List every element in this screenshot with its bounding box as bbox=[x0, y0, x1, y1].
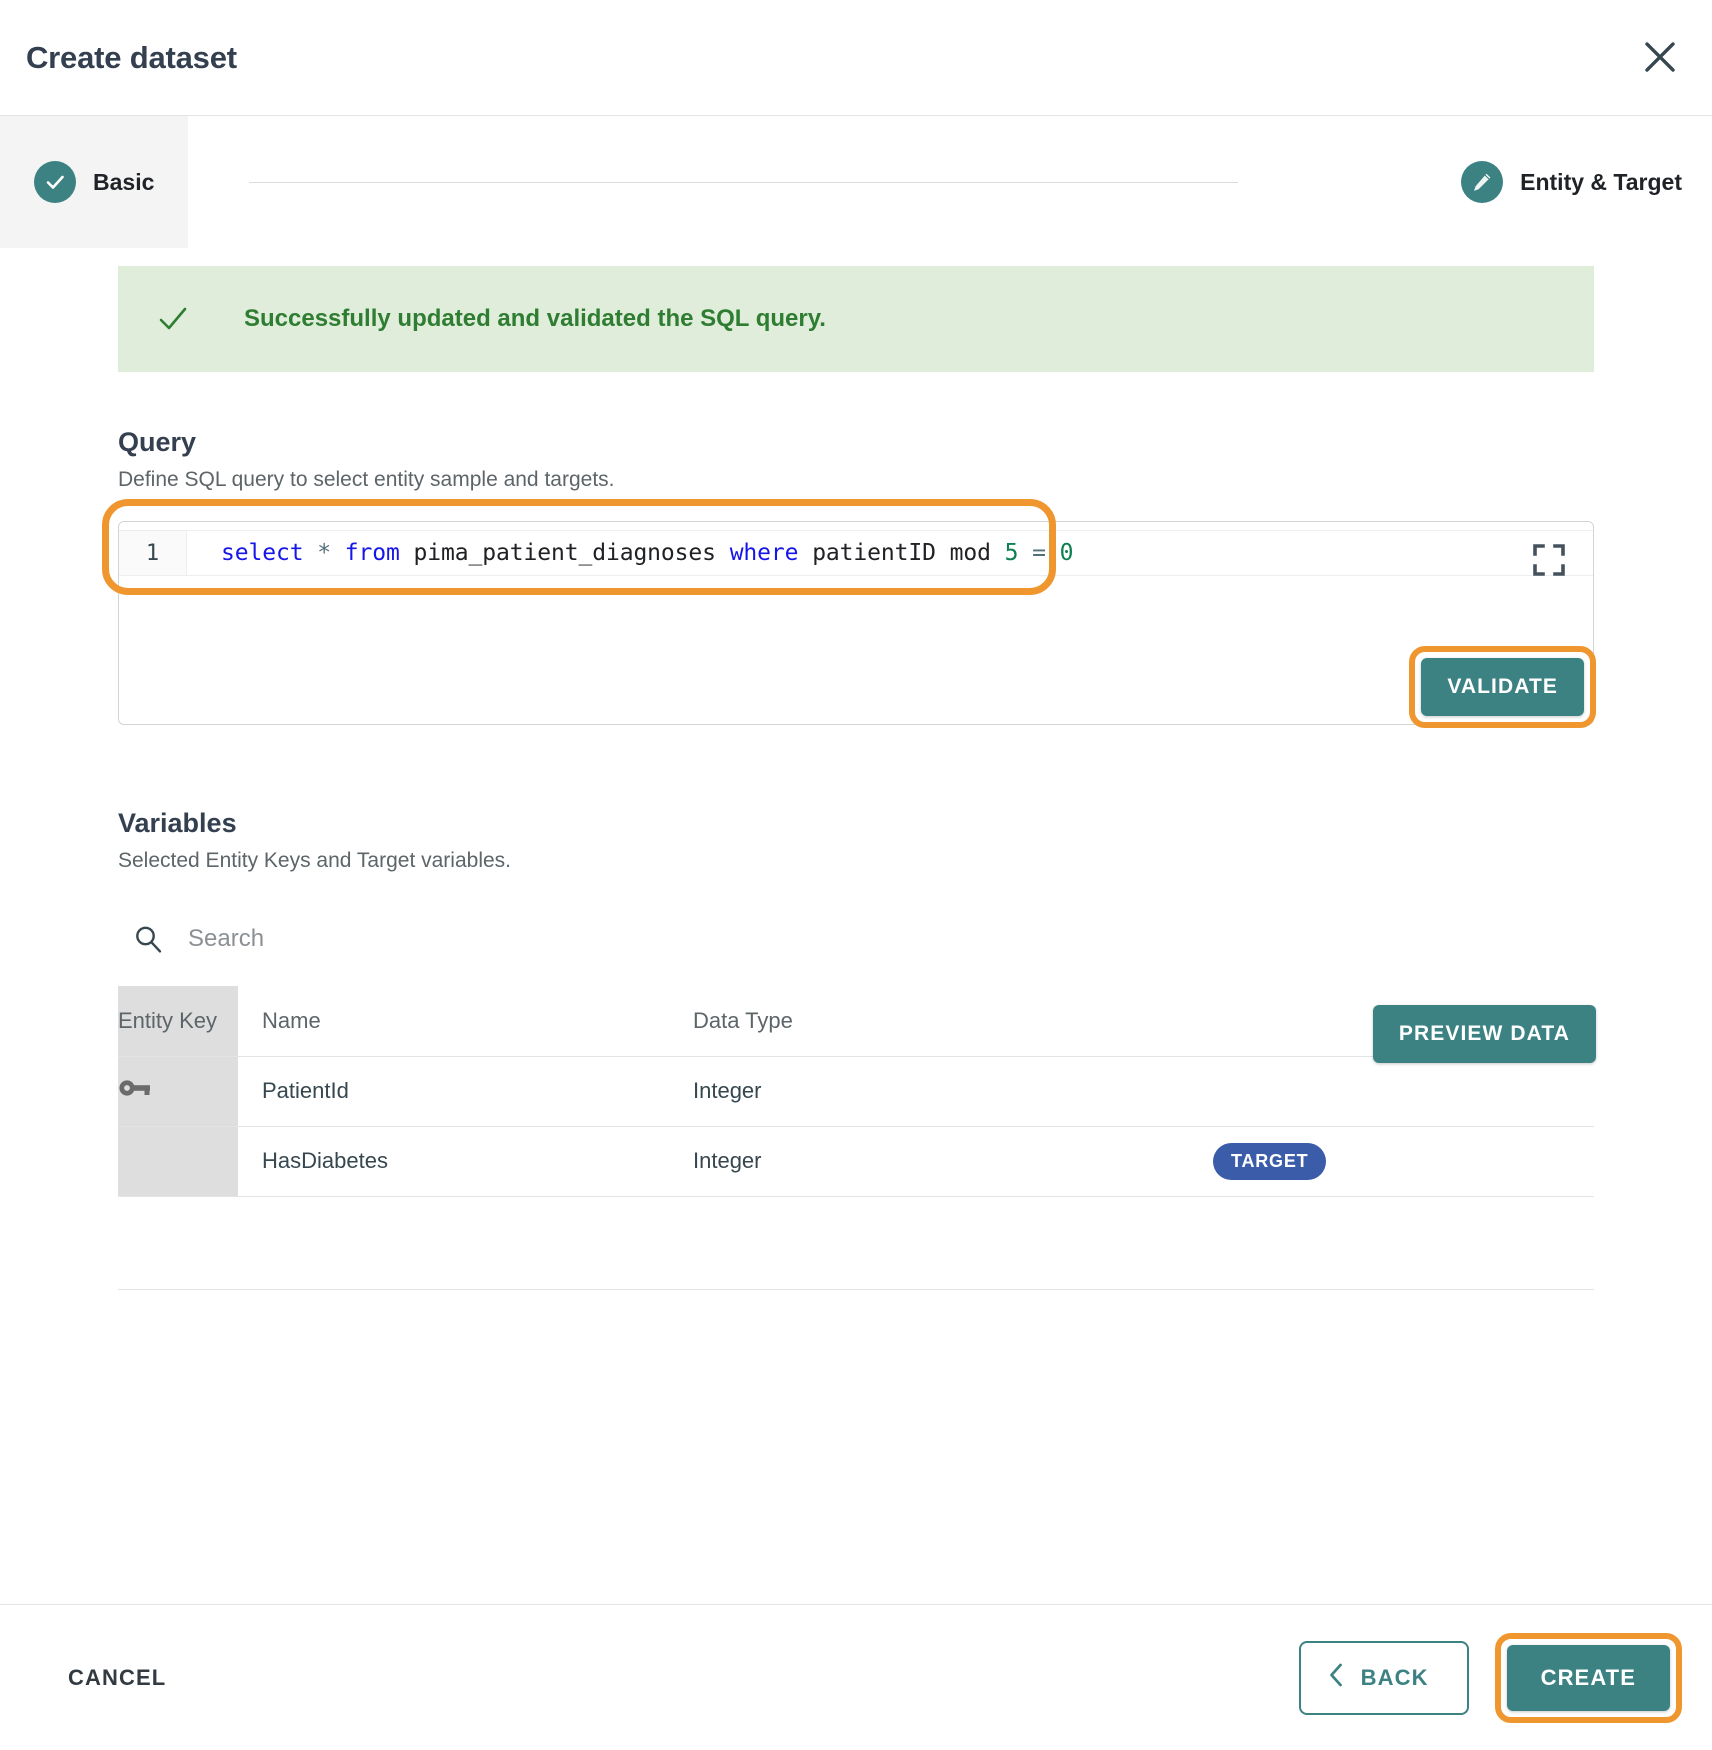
cancel-button[interactable]: CANCEL bbox=[68, 1665, 166, 1691]
chevron-left-icon bbox=[1327, 1662, 1345, 1694]
sql-token-select: select bbox=[221, 540, 304, 567]
preview-data-button[interactable]: PREVIEW DATA bbox=[1372, 1005, 1596, 1063]
sql-token-five: 5 bbox=[1004, 540, 1019, 567]
variables-heading-group: Variables Selected Entity Keys and Targe… bbox=[118, 807, 511, 874]
variable-badge-cell: TARGET bbox=[1213, 1126, 1594, 1197]
table-row[interactable]: PatientId Integer bbox=[118, 1056, 1594, 1127]
close-icon[interactable] bbox=[1636, 33, 1684, 81]
fullscreen-expand-icon[interactable] bbox=[1531, 542, 1567, 578]
variables-table-body: PatientId Integer HasDiabetes Integer TA… bbox=[118, 1056, 1594, 1197]
sql-token-star: * bbox=[317, 540, 331, 567]
sql-token-zero: 0 bbox=[1059, 540, 1074, 567]
query-section-header: Query Define SQL query to select entity … bbox=[118, 426, 1594, 493]
create-highlight-annotation: CREATE bbox=[1494, 1632, 1682, 1723]
entity-key-cell bbox=[118, 1126, 238, 1197]
column-header-entity-key: Entity Key bbox=[118, 986, 238, 1057]
query-heading-group: Query Define SQL query to select entity … bbox=[118, 426, 614, 493]
key-icon bbox=[118, 1077, 150, 1099]
step-entity-target[interactable]: Entity & Target bbox=[1427, 116, 1712, 248]
sql-token-where: where bbox=[729, 540, 799, 567]
dialog-footer: CANCEL BACK CREATE bbox=[0, 1604, 1712, 1750]
code-line-row[interactable]: 1 select * from pima_patient_diagnoses w… bbox=[119, 530, 1593, 577]
create-button[interactable]: CREATE bbox=[1506, 1644, 1670, 1711]
variables-subtitle: Selected Entity Keys and Target variable… bbox=[118, 848, 512, 872]
validate-highlight-annotation: VALIDATE bbox=[1409, 646, 1596, 728]
check-icon bbox=[34, 161, 76, 203]
column-header-data-type: Data Type bbox=[693, 986, 1213, 1057]
sql-editor[interactable]: 1 select * from pima_patient_diagnoses w… bbox=[118, 521, 1594, 726]
success-alert: Successfully updated and validated the S… bbox=[118, 266, 1594, 372]
sql-token-equals: = bbox=[1032, 540, 1046, 567]
stepper-connector-line bbox=[249, 182, 1238, 183]
back-button-label: BACK bbox=[1360, 1664, 1429, 1690]
entity-key-cell bbox=[118, 1056, 238, 1127]
success-alert-message: Successfully updated and validated the S… bbox=[244, 305, 826, 332]
status-badge: TARGET bbox=[1213, 1142, 1327, 1180]
variable-name: HasDiabetes bbox=[238, 1126, 693, 1197]
variable-name: PatientId bbox=[238, 1056, 693, 1127]
dialog-header: Create dataset bbox=[0, 0, 1712, 116]
search-icon bbox=[132, 923, 164, 955]
dialog-body: Successfully updated and validated the S… bbox=[0, 248, 1712, 1604]
sql-token-table: pima_patient_diagnoses bbox=[413, 540, 716, 567]
step-basic[interactable]: Basic bbox=[0, 116, 189, 248]
pencil-icon bbox=[1461, 161, 1504, 203]
variables-search-row bbox=[118, 908, 1594, 970]
dialog-content: Successfully updated and validated the S… bbox=[0, 266, 1712, 1290]
wizard-stepper: Basic Entity & Target bbox=[0, 116, 1712, 248]
column-header-name: Name bbox=[238, 986, 693, 1057]
table-row[interactable]: HasDiabetes Integer TARGET bbox=[118, 1126, 1594, 1197]
variable-data-type: Integer bbox=[693, 1056, 1213, 1127]
back-button[interactable]: BACK bbox=[1298, 1640, 1469, 1715]
sql-token-expr: patientID mod bbox=[812, 540, 991, 567]
variable-data-type: Integer bbox=[693, 1126, 1213, 1197]
line-number: 1 bbox=[119, 531, 187, 576]
query-title: Query bbox=[118, 427, 197, 457]
footer-actions: BACK CREATE bbox=[1298, 1632, 1682, 1723]
create-dataset-dialog: Create dataset Basic Entity & Target Suc… bbox=[0, 0, 1712, 1750]
validate-button[interactable]: VALIDATE bbox=[1421, 658, 1584, 716]
preview-data-button-wrapper: PREVIEW DATA bbox=[1372, 1005, 1596, 1063]
step-entity-target-label: Entity & Target bbox=[1520, 168, 1682, 195]
query-subtitle: Define SQL query to select entity sample… bbox=[118, 467, 615, 491]
variable-badge-cell bbox=[1213, 1056, 1594, 1127]
validate-button-wrapper: VALIDATE bbox=[1409, 646, 1596, 728]
search-input[interactable] bbox=[186, 924, 606, 955]
page-title: Create dataset bbox=[26, 39, 237, 75]
sql-token-from: from bbox=[344, 540, 400, 567]
variables-section-header: Variables Selected Entity Keys and Targe… bbox=[118, 807, 1594, 874]
sql-editor-wrapper: 1 select * from pima_patient_diagnoses w… bbox=[102, 499, 1594, 726]
check-icon bbox=[156, 302, 190, 336]
step-basic-label: Basic bbox=[93, 168, 155, 195]
table-bottom-divider bbox=[118, 1288, 1594, 1290]
variables-title: Variables bbox=[118, 808, 237, 839]
sql-code-line[interactable]: select * from pima_patient_diagnoses whe… bbox=[187, 531, 1593, 575]
